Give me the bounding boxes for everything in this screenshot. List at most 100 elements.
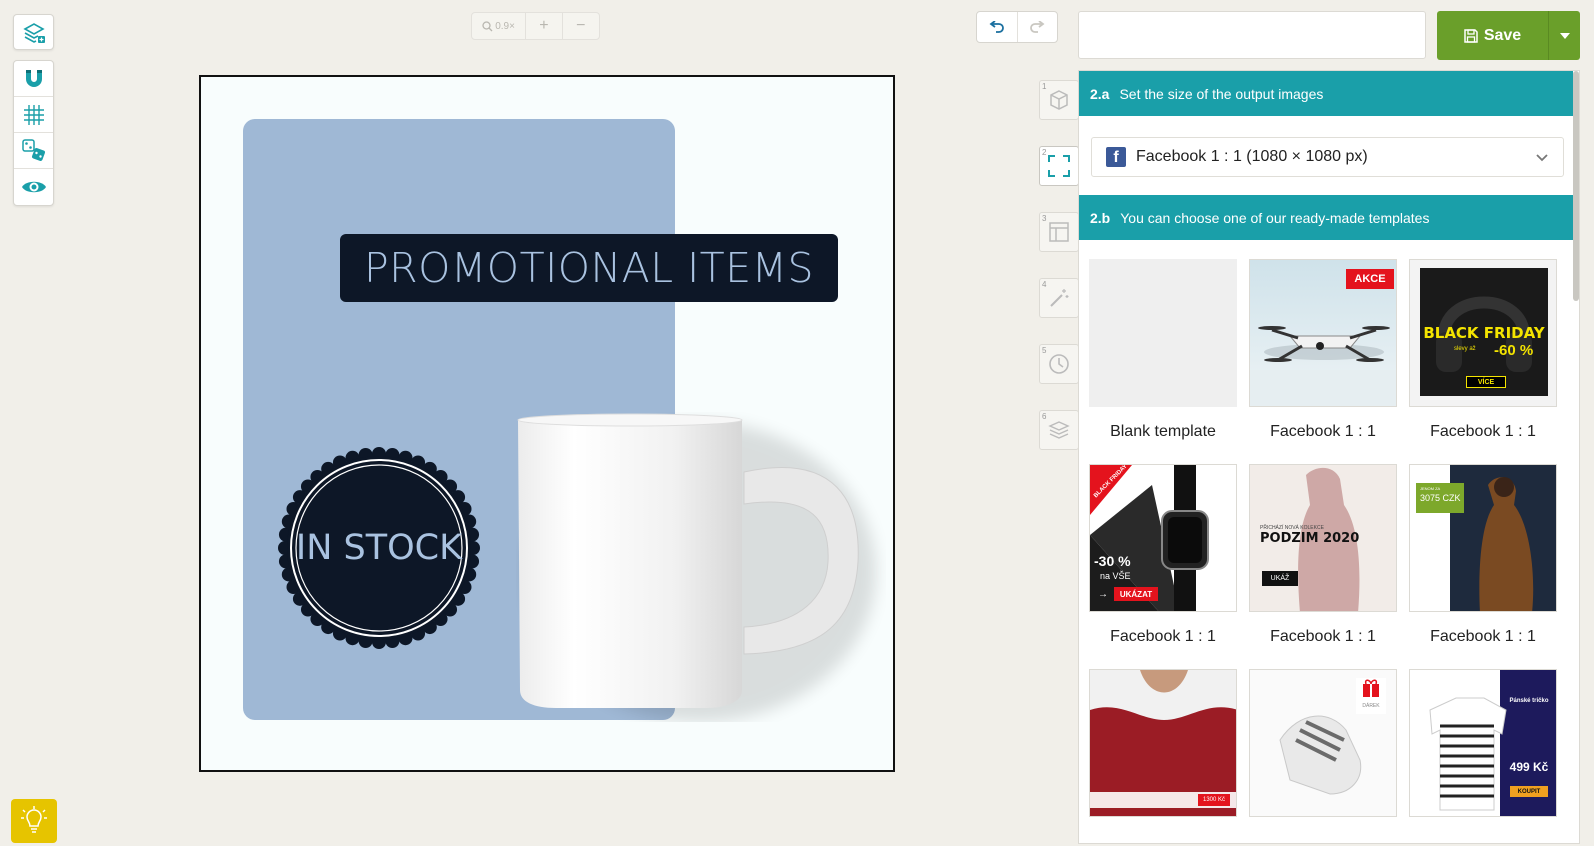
product-title: Pánské tričko [1509,698,1549,704]
step-5-button[interactable]: 5 [1039,344,1079,384]
mug-image[interactable] [516,412,886,722]
template-cta: UKÁŽ [1262,571,1298,586]
panel-scrollbar[interactable] [1573,71,1579,301]
step-number: 4 [1042,280,1047,289]
price-kicker: JENOM ZA [1420,486,1441,491]
resize-icon [1048,155,1070,177]
template-thumbnail: BLACK FRIDAY slevy až -60 % VÍCE [1409,259,1557,407]
cube-icon [1050,90,1068,110]
step-1-button[interactable]: 1 [1039,80,1079,120]
undo-button[interactable] [977,12,1018,42]
grid-icon [23,104,44,125]
settings-panel: 2.a Set the size of the output images f … [1078,70,1580,844]
section-2b-number: 2.b [1090,209,1111,226]
template-label: Facebook 1 : 1 [1270,423,1376,440]
template-label: Facebook 1 : 1 [1430,423,1536,440]
section-2b-title: You can choose one of our ready-made tem… [1120,209,1430,226]
layout-icon [1049,222,1069,242]
grid-button[interactable] [14,97,53,133]
step-number: 3 [1042,214,1047,223]
section-2a-header: 2.a Set the size of the output images [1079,71,1573,116]
step-number: 1 [1042,82,1047,91]
layers-add-button[interactable] [14,15,53,51]
step-4-button[interactable]: 4 [1039,278,1079,318]
template-thumbnail: PŘICHÁZÍ NOVÁ KOLEKCE PODZIM 2020 UKÁŽ [1249,464,1397,612]
zoom-controls: 0.9× + − [471,12,600,40]
zoom-out-button[interactable]: − [563,13,599,39]
dice-icon [21,138,45,161]
template-card[interactable]: PŘICHÁZÍ NOVÁ KOLEKCE PODZIM 2020 UKÁŽ F… [1249,464,1397,646]
random-button[interactable] [14,133,53,169]
template-thumbnail: 1300 Kč [1089,669,1237,817]
price-text: 1300 Kč [1198,794,1230,806]
template-thumbnail: Pánské tričko 499 Kč KOUPIT [1409,669,1557,817]
document-name-input[interactable] [1078,11,1426,59]
price-text: 3075 CZK [1420,493,1461,503]
clock-icon [1049,354,1069,374]
template-card[interactable]: DÁREK [1249,669,1397,817]
section-2a-number: 2.a [1090,85,1110,102]
step-6-button[interactable]: 6 [1039,410,1079,450]
template-cta: UKÁZAT [1114,587,1158,601]
redo-icon [1030,21,1045,33]
gift-text: DÁREK [1362,703,1380,709]
price-tag: JENOM ZA 3075 CZK [1416,483,1464,513]
template-thumbnail: AKCE [1249,259,1397,407]
redo-button[interactable] [1018,12,1058,42]
facebook-icon: f [1106,147,1126,167]
step-number: 2 [1042,148,1047,157]
stock-badge[interactable]: IN STOCK [277,446,481,650]
zoom-level-text: 0.9× [495,20,515,32]
save-options-button[interactable] [1548,11,1580,60]
template-thumbnail: JENOM ZA 3075 CZK [1409,464,1557,612]
template-card[interactable]: Blank template [1089,259,1237,441]
gift-icon [1363,679,1379,697]
output-size-select[interactable]: f Facebook 1 : 1 (1080 × 1080 px) [1091,137,1564,177]
save-button[interactable]: Save [1437,11,1548,60]
zoom-in-button[interactable]: + [526,13,563,39]
layers-add-icon [22,23,45,43]
zoom-level: 0.9× [472,13,527,39]
caret-down-icon [1559,32,1570,39]
template-label: Blank template [1110,423,1216,440]
discount-text: -30 % [1094,553,1131,569]
lightbulb-icon [21,806,47,833]
sale-badge: AKCE [1346,269,1394,289]
promo-banner[interactable]: PROMOTIONAL ITEMS [340,234,838,302]
watch-image [1090,465,1236,611]
template-card[interactable]: Pánské tričko 499 Kč KOUPIT [1409,669,1557,817]
template-cta: VÍCE [1466,376,1506,388]
template-subtext: na VŠE [1100,571,1131,581]
layers-icon [1048,421,1070,439]
step-2-button[interactable]: 2 [1039,146,1079,186]
template-card[interactable]: BLACK FRIDAY -30 % na VŠE → UKÁZAT Faceb… [1089,464,1237,646]
template-label: Facebook 1 : 1 [1110,628,1216,645]
save-label: Save [1483,26,1522,44]
layers-toolbar [13,14,54,50]
step-3-button[interactable]: 3 [1039,212,1079,252]
design-canvas[interactable]: PROMOTIONAL ITEMS IN STOCK [199,75,895,772]
template-label: Facebook 1 : 1 [1430,628,1536,645]
template-headline: PODZIM 2020 [1260,531,1360,546]
editor-tools [13,60,54,206]
step-number: 5 [1042,346,1047,355]
template-thumbnail: DÁREK [1249,669,1397,817]
search-icon [482,20,493,31]
gift-badge: DÁREK [1356,678,1386,714]
tips-button[interactable] [11,799,57,843]
template-card[interactable]: 1300 Kč [1089,669,1237,817]
step-number: 6 [1042,412,1047,421]
black-friday-headline: BLACK FRIDAY [1423,324,1545,342]
template-card[interactable]: JENOM ZA 3075 CZK Facebook 1 : 1 [1409,464,1557,646]
arrow-icon: → [1098,589,1108,600]
output-size-value: Facebook 1 : 1 (1080 × 1080 px) [1136,148,1368,165]
template-card[interactable]: AKCE Facebook 1 : 1 [1249,259,1397,441]
template-thumbnail: BLACK FRIDAY -30 % na VŠE → UKÁZAT [1089,464,1237,612]
template-subtext: slevy až [1454,346,1476,352]
discount-text: -60 % [1494,342,1534,359]
preview-button[interactable] [14,169,53,205]
promo-text: PROMOTIONAL ITEMS [363,244,815,292]
template-card[interactable]: BLACK FRIDAY slevy až -60 % VÍCE Faceboo… [1409,259,1557,441]
magnet-button[interactable] [14,61,53,97]
template-thumbnail [1089,259,1237,407]
